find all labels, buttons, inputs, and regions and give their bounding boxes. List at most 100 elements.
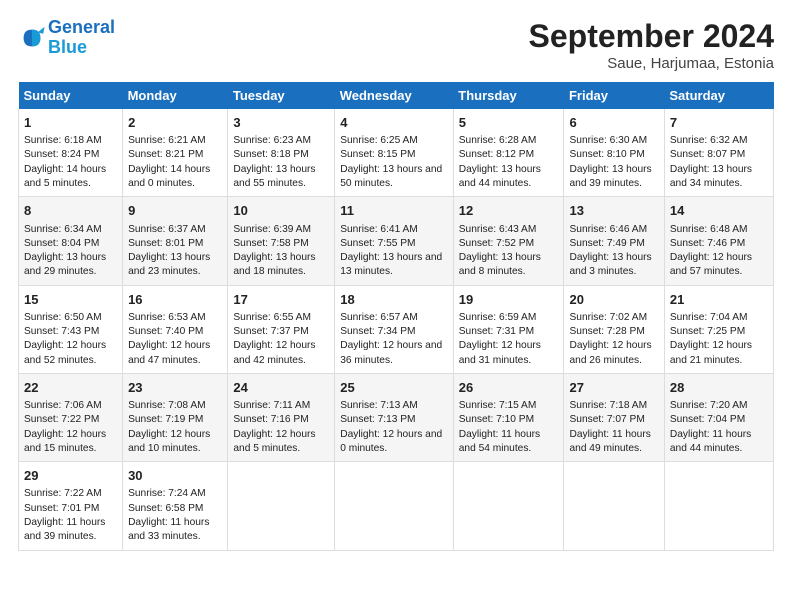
page-subtitle: Saue, Harjumaa, Estonia bbox=[529, 55, 774, 72]
logo: General Blue bbox=[18, 18, 115, 58]
sunrise: Sunrise: 7:02 AM bbox=[569, 312, 647, 323]
sunset: Sunset: 7:13 PM bbox=[340, 414, 415, 425]
sunset: Sunset: 7:55 PM bbox=[340, 238, 415, 249]
sunrise: Sunrise: 6:43 AM bbox=[459, 224, 537, 235]
table-cell: 1Sunrise: 6:18 AMSunset: 8:24 PMDaylight… bbox=[19, 109, 123, 197]
daylight: Daylight: 12 hours and 15 minutes. bbox=[24, 429, 106, 454]
sunset: Sunset: 8:04 PM bbox=[24, 238, 99, 249]
day-number: 9 bbox=[128, 202, 222, 220]
sunset: Sunset: 7:58 PM bbox=[233, 238, 308, 249]
day-number: 6 bbox=[569, 114, 658, 132]
table-cell: 8Sunrise: 6:34 AMSunset: 8:04 PMDaylight… bbox=[19, 197, 123, 285]
daylight: Daylight: 12 hours and 36 minutes. bbox=[340, 340, 442, 365]
sunset: Sunset: 8:24 PM bbox=[24, 149, 99, 160]
sunrise: Sunrise: 6:21 AM bbox=[128, 135, 206, 146]
day-number: 21 bbox=[670, 291, 768, 309]
logo-line2: Blue bbox=[48, 37, 87, 57]
day-number: 20 bbox=[569, 291, 658, 309]
sunrise: Sunrise: 6:46 AM bbox=[569, 224, 647, 235]
sunrise: Sunrise: 6:39 AM bbox=[233, 224, 311, 235]
daylight: Daylight: 13 hours and 18 minutes. bbox=[233, 252, 315, 277]
table-cell bbox=[335, 462, 454, 550]
calendar-week-row: 22Sunrise: 7:06 AMSunset: 7:22 PMDayligh… bbox=[19, 373, 774, 461]
sunset: Sunset: 8:18 PM bbox=[233, 149, 308, 160]
page-title: September 2024 bbox=[529, 18, 774, 55]
sunrise: Sunrise: 6:53 AM bbox=[128, 312, 206, 323]
daylight: Daylight: 11 hours and 49 minutes. bbox=[569, 429, 650, 454]
day-number: 15 bbox=[24, 291, 117, 309]
col-saturday: Saturday bbox=[664, 82, 773, 109]
daylight: Daylight: 11 hours and 33 minutes. bbox=[128, 517, 209, 542]
sunset: Sunset: 7:25 PM bbox=[670, 326, 745, 337]
sunrise: Sunrise: 6:34 AM bbox=[24, 224, 102, 235]
sunrise: Sunrise: 6:32 AM bbox=[670, 135, 748, 146]
table-cell: 16Sunrise: 6:53 AMSunset: 7:40 PMDayligh… bbox=[123, 285, 228, 373]
daylight: Daylight: 13 hours and 55 minutes. bbox=[233, 164, 315, 189]
day-number: 14 bbox=[670, 202, 768, 220]
sunset: Sunset: 7:19 PM bbox=[128, 414, 203, 425]
table-cell: 9Sunrise: 6:37 AMSunset: 8:01 PMDaylight… bbox=[123, 197, 228, 285]
col-friday: Friday bbox=[564, 82, 664, 109]
col-tuesday: Tuesday bbox=[228, 82, 335, 109]
sunrise: Sunrise: 7:13 AM bbox=[340, 400, 418, 411]
calendar-week-row: 8Sunrise: 6:34 AMSunset: 8:04 PMDaylight… bbox=[19, 197, 774, 285]
daylight: Daylight: 13 hours and 34 minutes. bbox=[670, 164, 752, 189]
table-cell: 23Sunrise: 7:08 AMSunset: 7:19 PMDayligh… bbox=[123, 373, 228, 461]
table-cell bbox=[664, 462, 773, 550]
day-number: 26 bbox=[459, 379, 559, 397]
table-cell bbox=[453, 462, 564, 550]
table-cell: 15Sunrise: 6:50 AMSunset: 7:43 PMDayligh… bbox=[19, 285, 123, 373]
day-number: 12 bbox=[459, 202, 559, 220]
table-cell: 29Sunrise: 7:22 AMSunset: 7:01 PMDayligh… bbox=[19, 462, 123, 550]
day-number: 2 bbox=[128, 114, 222, 132]
daylight: Daylight: 13 hours and 23 minutes. bbox=[128, 252, 210, 277]
daylight: Daylight: 11 hours and 44 minutes. bbox=[670, 429, 751, 454]
table-cell: 5Sunrise: 6:28 AMSunset: 8:12 PMDaylight… bbox=[453, 109, 564, 197]
table-cell: 19Sunrise: 6:59 AMSunset: 7:31 PMDayligh… bbox=[453, 285, 564, 373]
daylight: Daylight: 11 hours and 54 minutes. bbox=[459, 429, 540, 454]
sunset: Sunset: 8:10 PM bbox=[569, 149, 644, 160]
sunrise: Sunrise: 6:59 AM bbox=[459, 312, 537, 323]
table-cell: 10Sunrise: 6:39 AMSunset: 7:58 PMDayligh… bbox=[228, 197, 335, 285]
sunrise: Sunrise: 6:50 AM bbox=[24, 312, 102, 323]
table-cell: 28Sunrise: 7:20 AMSunset: 7:04 PMDayligh… bbox=[664, 373, 773, 461]
sunset: Sunset: 8:21 PM bbox=[128, 149, 203, 160]
sunrise: Sunrise: 6:23 AM bbox=[233, 135, 311, 146]
logo-icon bbox=[18, 24, 46, 52]
day-number: 23 bbox=[128, 379, 222, 397]
table-cell: 6Sunrise: 6:30 AMSunset: 8:10 PMDaylight… bbox=[564, 109, 664, 197]
daylight: Daylight: 12 hours and 31 minutes. bbox=[459, 340, 541, 365]
page: General Blue September 2024 Saue, Harjum… bbox=[0, 0, 792, 612]
table-cell: 11Sunrise: 6:41 AMSunset: 7:55 PMDayligh… bbox=[335, 197, 454, 285]
day-number: 7 bbox=[670, 114, 768, 132]
table-cell bbox=[228, 462, 335, 550]
sunrise: Sunrise: 6:28 AM bbox=[459, 135, 537, 146]
table-cell: 4Sunrise: 6:25 AMSunset: 8:15 PMDaylight… bbox=[335, 109, 454, 197]
table-cell: 24Sunrise: 7:11 AMSunset: 7:16 PMDayligh… bbox=[228, 373, 335, 461]
day-number: 29 bbox=[24, 467, 117, 485]
daylight: Daylight: 13 hours and 39 minutes. bbox=[569, 164, 651, 189]
logo-line1: General bbox=[48, 17, 115, 37]
table-cell: 26Sunrise: 7:15 AMSunset: 7:10 PMDayligh… bbox=[453, 373, 564, 461]
table-cell: 12Sunrise: 6:43 AMSunset: 7:52 PMDayligh… bbox=[453, 197, 564, 285]
table-cell: 14Sunrise: 6:48 AMSunset: 7:46 PMDayligh… bbox=[664, 197, 773, 285]
sunrise: Sunrise: 7:11 AM bbox=[233, 400, 310, 411]
sunset: Sunset: 7:10 PM bbox=[459, 414, 534, 425]
sunrise: Sunrise: 7:04 AM bbox=[670, 312, 748, 323]
day-number: 16 bbox=[128, 291, 222, 309]
table-cell: 25Sunrise: 7:13 AMSunset: 7:13 PMDayligh… bbox=[335, 373, 454, 461]
sunset: Sunset: 7:28 PM bbox=[569, 326, 644, 337]
sunset: Sunset: 8:01 PM bbox=[128, 238, 203, 249]
calendar-week-row: 15Sunrise: 6:50 AMSunset: 7:43 PMDayligh… bbox=[19, 285, 774, 373]
title-block: September 2024 Saue, Harjumaa, Estonia bbox=[529, 18, 774, 72]
day-number: 28 bbox=[670, 379, 768, 397]
daylight: Daylight: 12 hours and 26 minutes. bbox=[569, 340, 651, 365]
col-sunday: Sunday bbox=[19, 82, 123, 109]
day-number: 17 bbox=[233, 291, 329, 309]
table-cell: 7Sunrise: 6:32 AMSunset: 8:07 PMDaylight… bbox=[664, 109, 773, 197]
sunrise: Sunrise: 7:18 AM bbox=[569, 400, 647, 411]
sunrise: Sunrise: 6:57 AM bbox=[340, 312, 418, 323]
logo-text: General Blue bbox=[48, 18, 115, 58]
calendar-week-row: 29Sunrise: 7:22 AMSunset: 7:01 PMDayligh… bbox=[19, 462, 774, 550]
day-number: 27 bbox=[569, 379, 658, 397]
